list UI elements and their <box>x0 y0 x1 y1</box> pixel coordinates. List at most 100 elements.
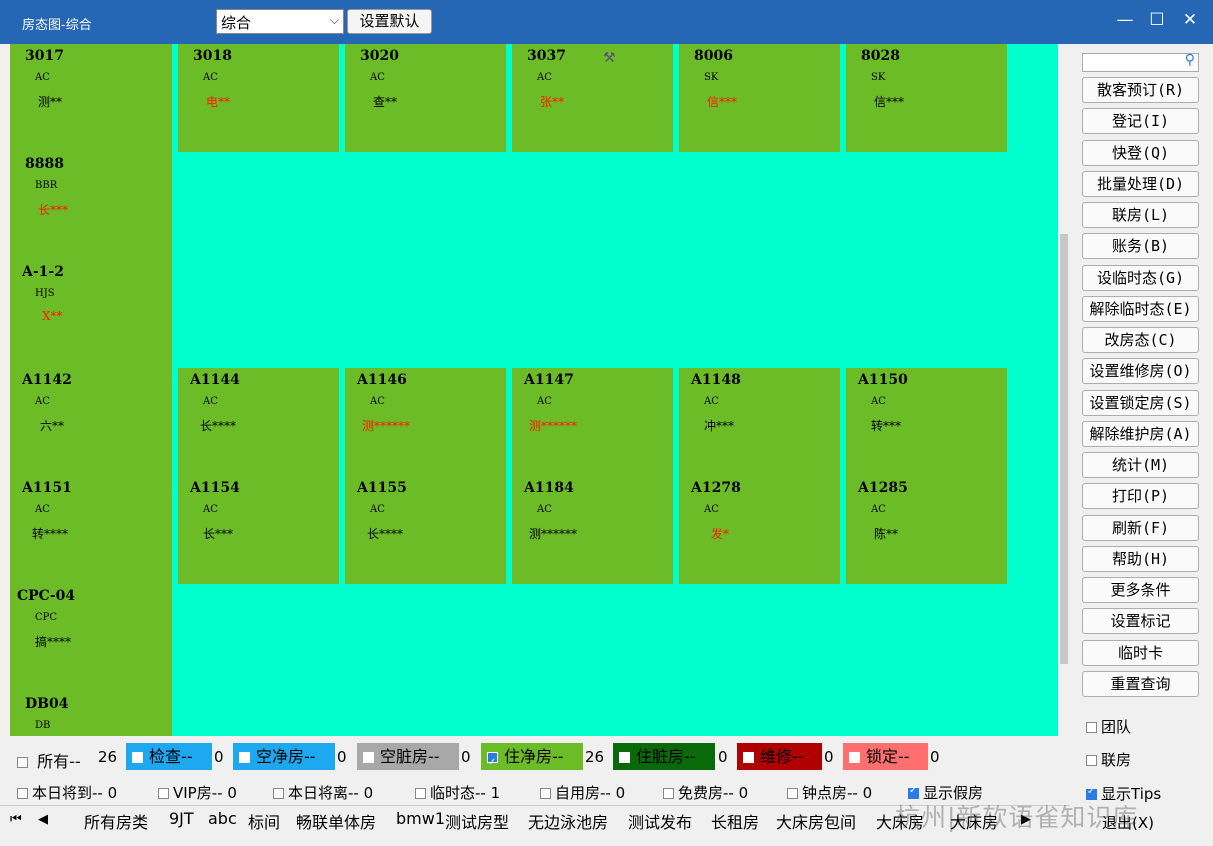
checkbox-box[interactable] <box>849 752 860 763</box>
legend-inspect[interactable]: 检查-- <box>126 743 212 770</box>
room-card[interactable]: 3018 AC 电** <box>178 44 339 152</box>
scrollbar-thumb[interactable] <box>1060 234 1068 664</box>
temp-card-button[interactable]: 临时卡 <box>1082 640 1199 666</box>
team-checkbox[interactable]: 团队 <box>1086 716 1131 737</box>
maximize-icon[interactable]: ☐ <box>1145 10 1169 30</box>
more-conditions-button[interactable]: 更多条件 <box>1082 577 1199 603</box>
set-locked-room-button[interactable]: 设置锁定房(S) <box>1082 390 1199 416</box>
tab-test-publish[interactable]: 测试发布 <box>628 809 692 833</box>
checkbox-box[interactable] <box>17 757 28 768</box>
room-card[interactable]: A1151 AC 转**** <box>10 476 171 584</box>
room-card[interactable]: A1285 AC 陈** <box>846 476 1007 584</box>
link-rooms-button[interactable]: 联房(L) <box>1082 202 1199 228</box>
set-mark-button[interactable]: 设置标记 <box>1082 608 1199 634</box>
room-card[interactable]: DB04 DB <box>10 692 171 736</box>
filter-arrive-today[interactable]: 本日将到-- 0 <box>17 782 117 803</box>
minimize-icon[interactable]: — <box>1113 10 1137 30</box>
room-card[interactable]: A1184 AC 测****** <box>512 476 673 584</box>
first-tab-icon[interactable]: ⏮ <box>10 812 22 827</box>
tab-abc[interactable]: abc <box>208 809 237 828</box>
room-card[interactable]: 8006 SK 信*** <box>679 44 840 152</box>
tab-infinity-pool[interactable]: 无边泳池房 <box>528 809 608 833</box>
batch-process-button[interactable]: 批量处理(D) <box>1082 171 1199 197</box>
checkbox-box[interactable] <box>132 752 143 763</box>
checkbox-box[interactable] <box>363 752 374 763</box>
room-card[interactable]: 8888 BBR 长*** <box>10 152 171 260</box>
filter-free-room[interactable]: 免费房-- 0 <box>663 782 748 803</box>
room-card[interactable]: A1154 AC 长*** <box>178 476 339 584</box>
help-button[interactable]: 帮助(H) <box>1082 546 1199 572</box>
grid-scrollbar[interactable] <box>1058 44 1070 736</box>
checkbox-box[interactable] <box>619 752 630 763</box>
tab-king-suite[interactable]: 大床房包间 <box>776 809 856 833</box>
checkbox-box[interactable] <box>158 788 169 799</box>
room-card[interactable]: A1142 AC 六** <box>10 368 171 476</box>
room-number: A1285 <box>858 480 908 496</box>
quick-checkin-button[interactable]: 快登(Q) <box>1082 140 1199 166</box>
room-card[interactable]: 3017 AC 测** <box>10 44 171 152</box>
checkbox-box[interactable] <box>787 788 798 799</box>
set-temp-status-button[interactable]: 设临时态(G) <box>1082 265 1199 291</box>
reset-query-button[interactable]: 重置查询 <box>1082 671 1199 697</box>
tab-standard[interactable]: 标间 <box>248 809 280 833</box>
search-icon[interactable]: ⚲ <box>1185 52 1195 68</box>
legend-vacant-clean[interactable]: 空净房-- <box>233 743 335 770</box>
filter-hourly-room[interactable]: 钟点房-- 0 <box>787 782 872 803</box>
room-card[interactable]: A1150 AC 转*** <box>846 368 1007 476</box>
tab-bmw1[interactable]: bmw1 <box>396 809 445 828</box>
legend-occupied-dirty[interactable]: 住脏房-- <box>613 743 715 770</box>
checkin-button[interactable]: 登记(I) <box>1082 108 1199 134</box>
room-type: AC <box>537 396 552 407</box>
set-repair-room-button[interactable]: 设置维修房(O) <box>1082 358 1199 384</box>
legend-locked[interactable]: 锁定-- <box>843 743 928 770</box>
view-select[interactable]: 综合 ⌵ <box>216 9 344 34</box>
room-card[interactable]: A-1-2 HJS X** <box>10 260 171 368</box>
tab-9jt[interactable]: 9JT <box>169 809 194 828</box>
legend-vacant-dirty[interactable]: 空脏房-- <box>357 743 459 770</box>
filter-temp-status[interactable]: 临时态-- 1 <box>415 782 500 803</box>
close-icon[interactable]: ✕ <box>1178 10 1202 30</box>
room-card[interactable]: CPC-04 CPC 搞**** <box>10 584 171 692</box>
checkbox-box[interactable] <box>273 788 284 799</box>
checkbox-box[interactable] <box>415 788 426 799</box>
linked-rooms-checkbox[interactable]: 联房 <box>1086 749 1131 770</box>
clear-maintenance-room-button[interactable]: 解除维护房(A) <box>1082 421 1199 447</box>
change-room-status-button[interactable]: 改房态(C) <box>1082 327 1199 353</box>
prev-tab-icon[interactable]: ◀ <box>38 812 48 827</box>
refresh-button[interactable]: 刷新(F) <box>1082 515 1199 541</box>
print-button[interactable]: 打印(P) <box>1082 483 1199 509</box>
checkbox-box[interactable] <box>1086 722 1097 733</box>
search-input[interactable]: ⚲ <box>1082 52 1199 72</box>
checkbox-box[interactable] <box>540 788 551 799</box>
tab-all-room-types[interactable]: 所有房类 <box>84 809 148 833</box>
checkbox-box[interactable] <box>743 752 754 763</box>
checkbox-box[interactable] <box>487 749 498 776</box>
statistics-button[interactable]: 统计(M) <box>1082 452 1199 478</box>
checkbox-box[interactable] <box>663 788 674 799</box>
filter-depart-today[interactable]: 本日将离-- 0 <box>273 782 373 803</box>
legend-repair[interactable]: 维修-- <box>737 743 822 770</box>
tab-changlian[interactable]: 畅联单体房 <box>296 809 376 833</box>
set-default-button[interactable]: 设置默认 <box>347 9 432 34</box>
room-card[interactable]: 3020 AC 查** <box>345 44 506 152</box>
room-card[interactable]: A1155 AC 长**** <box>345 476 506 584</box>
filter-self-use[interactable]: 自用房-- 0 <box>540 782 625 803</box>
legend-occupied-clean[interactable]: 住净房-- <box>481 743 583 776</box>
room-card[interactable]: 3037 ⚒ AC 张** <box>512 44 673 152</box>
checkbox-box[interactable] <box>239 752 250 763</box>
checkbox-box[interactable] <box>17 788 28 799</box>
room-card[interactable]: A1278 AC 发* <box>679 476 840 584</box>
legend-all[interactable]: 所有-- <box>17 748 81 772</box>
room-card[interactable]: A1147 AC 测****** <box>512 368 673 476</box>
room-card[interactable]: A1146 AC 测****** <box>345 368 506 476</box>
checkbox-box[interactable] <box>1086 755 1097 766</box>
room-card[interactable]: A1144 AC 长**** <box>178 368 339 476</box>
tab-test-type[interactable]: 测试房型 <box>445 809 509 833</box>
accounts-button[interactable]: 账务(B) <box>1082 233 1199 259</box>
clear-temp-status-button[interactable]: 解除临时态(E) <box>1082 296 1199 322</box>
walkin-reserve-button[interactable]: 散客预订(R) <box>1082 77 1199 103</box>
room-card[interactable]: 8028 SK 信*** <box>846 44 1007 152</box>
tab-long-stay[interactable]: 长租房 <box>711 809 759 833</box>
room-card[interactable]: A1148 AC 冲*** <box>679 368 840 476</box>
filter-vip[interactable]: VIP房-- 0 <box>158 782 237 803</box>
